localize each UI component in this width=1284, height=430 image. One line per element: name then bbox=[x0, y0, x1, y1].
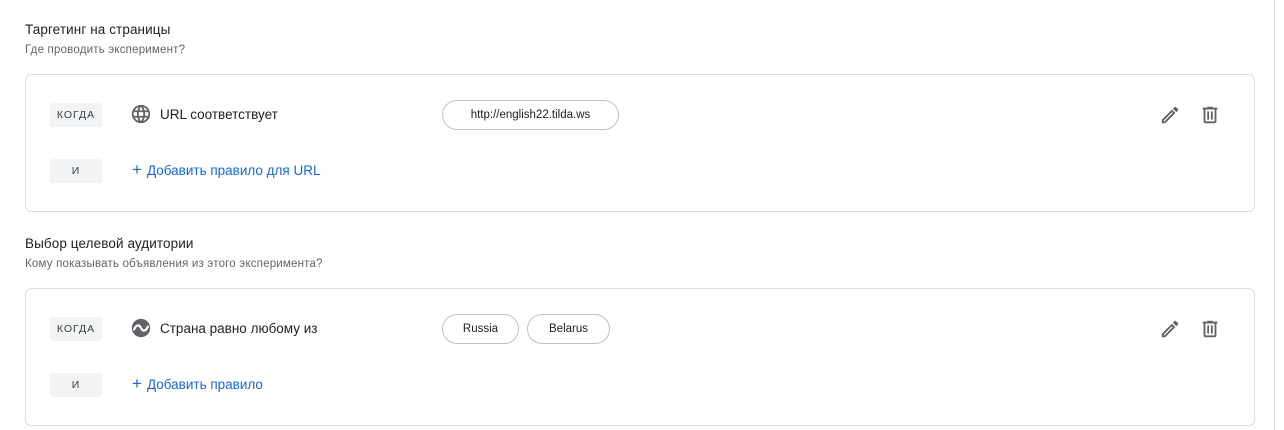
when-chip: КОГДА bbox=[50, 317, 102, 341]
plus-icon: + bbox=[132, 160, 142, 179]
add-url-rule-label: Добавить правило для URL bbox=[146, 163, 321, 178]
audience-title: Выбор целевой аудитории bbox=[25, 236, 194, 251]
audience-card: КОГДА Страна равно любому из Russia Bela… bbox=[25, 288, 1255, 426]
plus-icon: + bbox=[132, 374, 142, 393]
delete-icon[interactable] bbox=[1198, 317, 1222, 341]
delete-icon[interactable] bbox=[1198, 103, 1222, 127]
add-url-rule-link[interactable]: + Добавить правило для URL bbox=[132, 160, 321, 179]
when-chip: КОГДА bbox=[50, 103, 102, 127]
add-audience-rule-link[interactable]: + Добавить правило bbox=[132, 374, 263, 393]
audience-subtitle: Кому показывать объявления из этого эксп… bbox=[25, 258, 323, 270]
country-value-pill[interactable]: Russia bbox=[442, 314, 519, 344]
targeting-card: КОГДА URL соответствует http://english22… bbox=[25, 74, 1255, 212]
page-edge-divider bbox=[1274, 0, 1275, 430]
and-chip: И bbox=[50, 159, 102, 183]
country-value-pill[interactable]: Belarus bbox=[527, 314, 610, 344]
edit-icon[interactable] bbox=[1158, 103, 1182, 127]
location-globe-icon bbox=[130, 317, 152, 339]
globe-icon bbox=[130, 103, 152, 125]
edit-icon[interactable] bbox=[1158, 317, 1182, 341]
rule-condition-text: Страна равно любому из bbox=[160, 321, 318, 336]
rule-condition-text: URL соответствует bbox=[160, 107, 278, 122]
add-audience-rule-label: Добавить правило bbox=[146, 377, 263, 392]
and-chip: И bbox=[50, 373, 102, 397]
targeting-title: Таргетинг на страницы bbox=[25, 22, 171, 37]
targeting-subtitle: Где проводить эксперимент? bbox=[25, 44, 186, 56]
url-value-pill[interactable]: http://english22.tilda.ws bbox=[442, 100, 619, 130]
targeting-section: Таргетинг на страницы Где проводить эксп… bbox=[25, 22, 1255, 212]
audience-section: Выбор целевой аудитории Кому показывать … bbox=[25, 236, 1255, 426]
